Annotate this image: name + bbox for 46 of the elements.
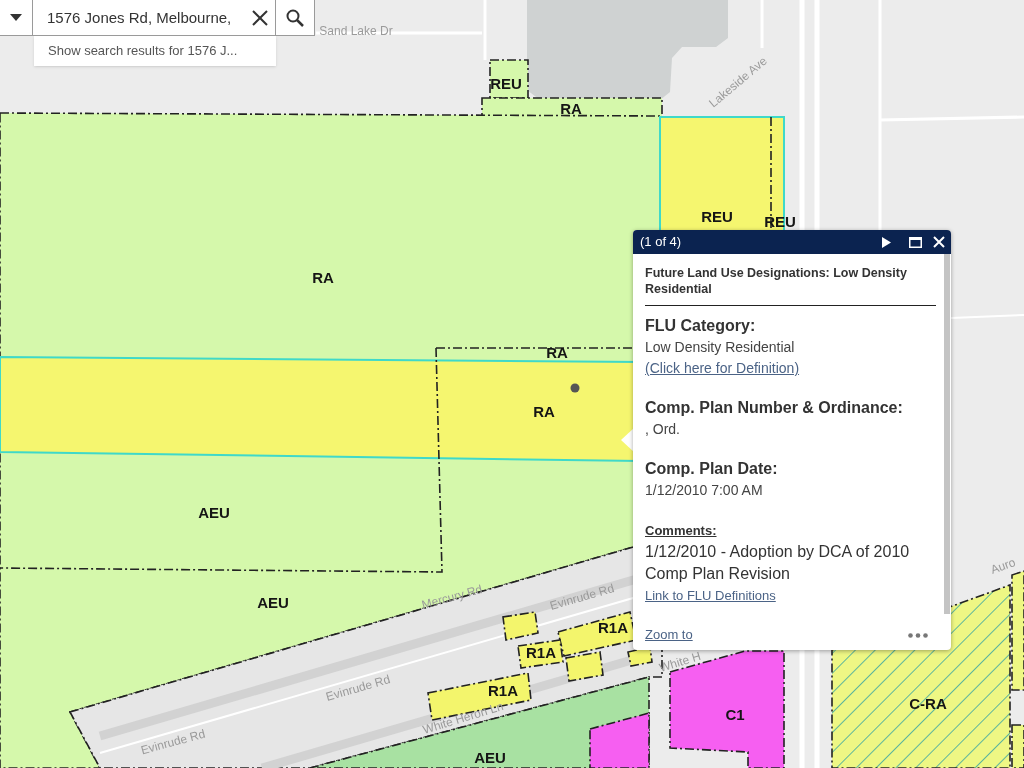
- play-icon: [881, 236, 891, 248]
- zone-label: RA: [560, 99, 582, 117]
- zone-label: R1A: [526, 643, 556, 661]
- zone-label: R1A: [598, 618, 628, 636]
- street-label: White Heron Ln: [421, 699, 505, 737]
- zone-label: C1: [725, 705, 745, 723]
- zone-label: R1A: [488, 681, 518, 699]
- definitions-link[interactable]: Link to FLU Definitions: [645, 585, 776, 607]
- feature-counter: (1 of 4): [640, 233, 682, 252]
- field-label: FLU Category:: [645, 316, 757, 336]
- search-suggestion[interactable]: Show search results for 1576 J...: [34, 36, 276, 66]
- search-icon: [286, 8, 304, 27]
- close-icon: [933, 236, 945, 248]
- zone-label: REU: [701, 207, 733, 225]
- zone-label: REU: [490, 74, 522, 92]
- caret-down-icon: [10, 14, 22, 21]
- comments-label: Comments:: [645, 523, 718, 539]
- zone-label: AEU: [198, 503, 230, 521]
- field-value: , Ord.: [645, 420, 681, 439]
- street-label: Mercury Rd: [420, 582, 484, 612]
- definition-link[interactable]: (Click here for Definition): [645, 360, 800, 376]
- zone-label: AEU: [474, 748, 506, 766]
- search-button[interactable]: [275, 0, 315, 36]
- search-field[interactable]: 1576 Jones Rd, Melbourne,: [33, 0, 245, 36]
- street-label: Evinrude Rd: [139, 726, 207, 758]
- street-label: Sand Lake Dr: [319, 24, 393, 38]
- field-value: 1/12/2010 7:00 AM: [645, 481, 764, 500]
- dropdown-button[interactable]: [0, 0, 33, 36]
- comments-text: 1/12/2010 - Adoption by DCA of 2010 Comp Plan Revision: [645, 542, 911, 584]
- street-label: Evinrude Rd: [324, 672, 392, 704]
- field-value: Low Density Residential (Click here for Definition): [645, 338, 801, 378]
- field-label: Comp. Plan Date:: [645, 459, 779, 479]
- clear-button[interactable]: [245, 0, 275, 36]
- more-icon: [908, 632, 928, 638]
- zoom-to-link[interactable]: Zoom to: [645, 625, 693, 645]
- zone-label: AEU: [257, 593, 289, 611]
- zone-label: RA: [546, 343, 568, 361]
- scrollbar-thumb[interactable]: [944, 254, 950, 614]
- maximize-icon: [908, 236, 922, 248]
- popup-title: Future Land Use Designations: Low Density Residential: [645, 265, 908, 297]
- field-label: Comp. Plan Number & Ordinance:: [645, 398, 904, 418]
- street-label: White H: [657, 649, 703, 675]
- street-label: Auro: [988, 555, 1018, 577]
- close-icon: [252, 9, 268, 26]
- zone-label: RA: [312, 268, 334, 286]
- street-label: Evinrude Rd: [548, 581, 616, 613]
